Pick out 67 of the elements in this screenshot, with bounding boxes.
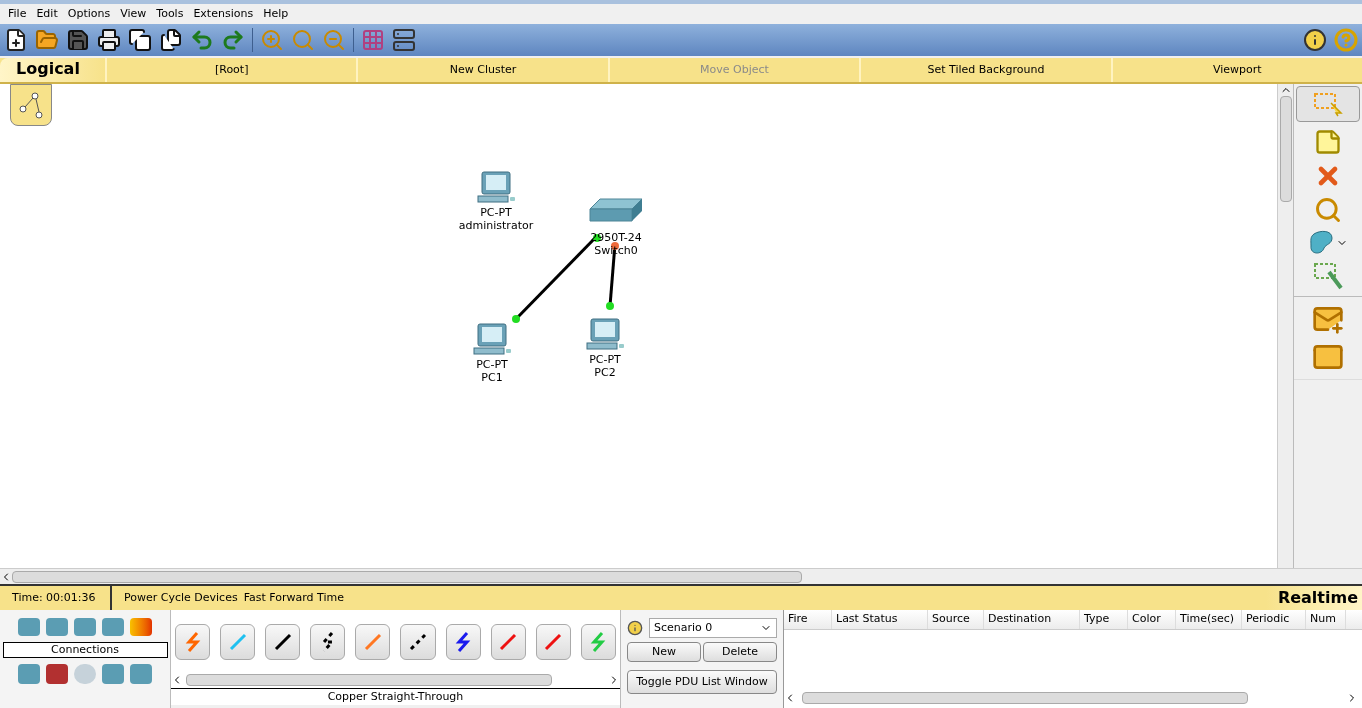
category-label: Connections: [2, 642, 168, 658]
horizontal-scrollbar[interactable]: [12, 570, 802, 583]
vertical-scrollbar[interactable]: [1277, 84, 1293, 568]
note-icon[interactable]: [1314, 128, 1342, 156]
save-icon[interactable]: [66, 28, 90, 52]
palette-icon[interactable]: [361, 28, 385, 52]
status-button[interactable]: Fast Forward Time: [237, 586, 344, 610]
switch-icon: [589, 198, 643, 222]
horizontal-scrollbar[interactable]: [186, 674, 552, 686]
device-model-label: PC-PT: [480, 206, 512, 219]
workspace-button[interactable]: [Root]: [105, 58, 357, 82]
device-name-label: PC2: [594, 366, 616, 379]
copy-icon[interactable]: [128, 28, 152, 52]
scenario-button[interactable]: Delete: [703, 642, 777, 662]
column-header[interactable]: Destination: [984, 610, 1080, 629]
column-header[interactable]: Color: [1128, 610, 1176, 629]
scenario-select[interactable]: Scenario 0: [649, 618, 777, 638]
connection-type-label: Copper Straight-Through: [171, 688, 620, 705]
computer-icon: [473, 323, 511, 355]
cable-type-button[interactable]: [265, 624, 301, 660]
column-header[interactable]: Periodic: [1242, 610, 1306, 629]
help-icon[interactable]: [1334, 28, 1358, 52]
device-name-label: administrator: [458, 219, 534, 232]
toggle-pdu-list-button[interactable]: Toggle PDU List Window: [627, 670, 777, 694]
menu-item[interactable]: View: [116, 5, 151, 23]
folder-icon[interactable]: [35, 28, 59, 52]
workspace-button[interactable]: Viewport: [1110, 58, 1362, 82]
workspace-button[interactable]: Set Tiled Background: [859, 58, 1111, 82]
scenario-button[interactable]: New: [627, 642, 701, 662]
menu-item[interactable]: Tools: [152, 5, 188, 23]
menu-item[interactable]: Extensions: [189, 5, 258, 23]
workspace-button[interactable]: New Cluster: [356, 58, 608, 82]
menu-item[interactable]: Options: [63, 5, 115, 23]
new-file-icon[interactable]: [4, 28, 28, 52]
device-name-label: PC1: [481, 371, 503, 384]
column-header[interactable]: Last Status: [832, 610, 928, 629]
inspect-icon[interactable]: [1314, 196, 1342, 224]
device-model-label: PC-PT: [476, 358, 508, 371]
column-header[interactable]: Num: [1306, 610, 1346, 629]
cable-type-button[interactable]: [310, 624, 346, 660]
column-header[interactable]: Type: [1080, 610, 1128, 629]
menu-item[interactable]: Help: [259, 5, 293, 23]
device-icon[interactable]: [392, 28, 416, 52]
scroll-thumb[interactable]: [1279, 96, 1292, 202]
select-tool-button[interactable]: [1296, 86, 1360, 122]
menu-item[interactable]: File: [4, 5, 31, 23]
menu-item[interactable]: Edit: [32, 5, 62, 23]
column-header[interactable]: Fire: [784, 610, 832, 629]
cable-type-button[interactable]: [445, 624, 481, 660]
info-icon[interactable]: [1303, 28, 1327, 52]
column-header[interactable]: Time(sec): [1176, 610, 1242, 629]
status-button[interactable]: Power Cycle Devices: [112, 586, 238, 610]
redo-icon[interactable]: [221, 28, 245, 52]
select-tool-icon: [1313, 91, 1343, 117]
print-icon[interactable]: [97, 28, 121, 52]
documents-icon[interactable]: [159, 28, 183, 52]
undo-icon[interactable]: [190, 28, 214, 52]
shape-icon[interactable]: [1308, 230, 1336, 256]
cable-type-button[interactable]: [400, 624, 436, 660]
resize-tool-icon[interactable]: [1313, 262, 1343, 290]
horizontal-scrollbar[interactable]: [802, 692, 1248, 704]
column-header[interactable]: Source: [928, 610, 984, 629]
computer-icon: [477, 171, 515, 203]
device-model-label: PC-PT: [589, 353, 621, 366]
logical-view-icon[interactable]: [10, 84, 52, 126]
info-icon[interactable]: [627, 620, 643, 636]
computer-icon: [586, 318, 624, 350]
